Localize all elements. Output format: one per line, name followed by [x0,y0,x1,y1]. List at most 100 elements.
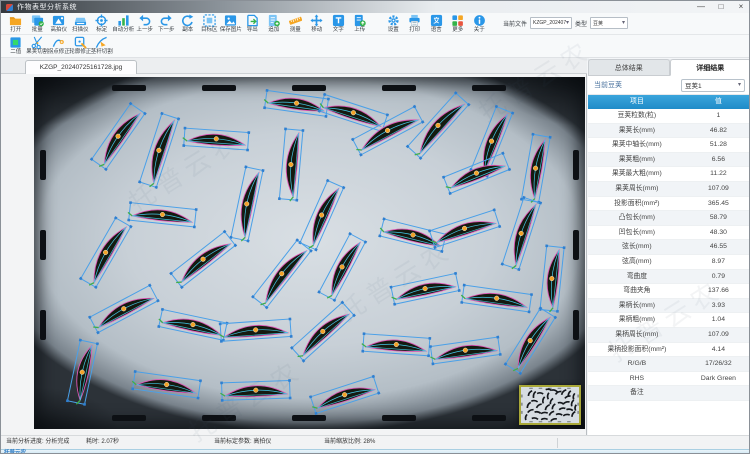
status-divider [557,438,558,448]
toolbar-button-target[interactable]: 标定 [91,14,113,34]
toolbar-button-saveimg[interactable]: 保存图片 [220,14,242,34]
table-row[interactable]: 弦高(mm)8.97 [588,255,750,270]
maximize-button[interactable]: □ [711,1,731,13]
toolbar-button-label: 更多 [452,27,463,34]
result-table-body: 豆荚粒数(粒)1果荚长(mm)46.82果荚中轴长(mm)51.28果荚粗(mm… [588,109,750,401]
toolbar-button-text[interactable]: 文字 [328,14,350,34]
stemcut-icon [95,36,108,49]
current-pod-value: 豆荚1 [685,80,738,90]
row-value: 107.09 [686,182,750,196]
tab-detailed-results[interactable]: 详细结果 [670,59,750,76]
current-file-label: 当前文件 [503,19,527,28]
row-label: 弯曲夹角 [588,284,686,298]
table-row[interactable]: 弯曲夹角137.66 [588,284,750,299]
table-row[interactable]: 果柄周长(mm)107.09 [588,328,750,343]
toolbar-button-scanner[interactable]: 扫描仪 [70,14,92,34]
toolbar-button-redo[interactable]: 下一步 [156,14,178,34]
toolbar-button-print[interactable]: 打印 [404,14,426,34]
toolbar-button-measure[interactable]: 测量 [285,14,307,34]
current-file-group: 当前文件 KZGP_202407 ▾ 类型 豆荚 ▾ [500,17,628,29]
table-row[interactable]: 弦长(mm)46.55 [588,240,750,255]
row-label: 豆荚粒数(粒) [588,109,686,123]
table-row[interactable]: 果荚粗(mm)6.56 [588,153,750,168]
sample-photo[interactable] [34,77,585,429]
table-row[interactable]: 果荚长(mm)46.82 [588,124,750,139]
minimize-button[interactable]: — [691,1,711,13]
image-viewer[interactable] [1,74,587,435]
status-zoom: 当前缩放比例: 28% [324,436,375,449]
row-value: 1 [686,109,750,123]
table-row[interactable]: 果柄粗(mm)1.04 [588,313,750,328]
toolbar-button-label: 保存图片 [220,27,242,34]
copy-icon [181,14,194,27]
toolbar-button-contour[interactable]: 轮廓修正 [70,36,92,56]
table-row[interactable]: 弯曲度0.79 [588,270,750,285]
toolbar-button-batch[interactable]: 批量 [27,14,49,34]
pod-annotation [539,244,566,313]
table-row[interactable]: 果荚周长(mm)107.09 [588,182,750,197]
row-label: 果柄周长(mm) [588,328,686,342]
table-row[interactable]: 凸包长(mm)58.79 [588,211,750,226]
pod-annotation [290,301,356,363]
navigator-thumbnail[interactable] [519,385,581,425]
row-value: 58.79 [686,211,750,225]
pod-annotation [501,196,543,271]
row-label: 凹包长(mm) [588,226,686,240]
tab-overall-results[interactable]: 总体结果 [588,59,670,76]
row-value: 3.93 [686,299,750,313]
table-row[interactable]: 豆荚粒数(粒)1 [588,109,750,124]
toolbar-button-camera[interactable]: 高拍仪 [48,14,70,34]
settings-icon [387,14,400,27]
measure-icon [289,14,302,27]
table-row[interactable]: 果荚中轴长(mm)51.28 [588,138,750,153]
row-value: 365.45 [686,197,750,211]
pod-annotation [263,89,330,118]
table-row[interactable]: 果柄投影面积(mm²)4.14 [588,343,750,358]
text-icon [332,14,345,27]
inflection-icon [52,36,65,49]
toolbar-button-label: 追加 [268,27,279,34]
row-value: 8.97 [686,255,750,269]
current-pod-select[interactable]: 豆荚1 ▾ [681,79,745,92]
document-tab[interactable]: KZGP_20240725161728.jpg [25,60,137,74]
toolbar-button-stemcut[interactable]: 茎秆切割 [91,36,113,56]
status-calibration: 当前标定参数: 高拍仪 [214,436,271,449]
toolbar-button-cut[interactable]: 果荚切割 [27,36,49,56]
toolbar-button-label: 茎秆切割 [91,49,113,56]
toolbar-button-language[interactable]: 语言 [426,14,448,34]
toolbar-button-export[interactable]: 导出 [242,14,264,34]
toolbar-button-upload[interactable]: 上传 [349,14,371,34]
toolbar-button-inflection[interactable]: 拐点修正 [48,36,70,56]
toolbar-button-move[interactable]: 移动 [306,14,328,34]
toolbar-button-label: 打开 [10,27,21,34]
current-file-select[interactable]: KZGP_202407 ▾ [530,17,572,29]
toolbar-button-label: 拐点修正 [48,49,70,56]
pod-annotation [127,201,198,228]
toolbar-button-folder[interactable]: 打开 [5,14,27,34]
type-select[interactable]: 豆荚 ▾ [590,17,628,29]
toolbar-button-copy[interactable]: 副本 [177,14,199,34]
table-row[interactable]: 备注 [588,386,750,401]
toolbar-button-region[interactable]: 目标区 [199,14,221,34]
toolbar-button-label: 轮廓修正 [69,49,91,56]
region-icon [203,14,216,27]
chart-icon [117,14,130,27]
toolbar-button-label: 打印 [409,27,420,34]
toolbar-button-about[interactable]: 关于 [469,14,491,34]
table-row[interactable]: 投影面积(mm²)365.45 [588,197,750,212]
row-value: 6.56 [686,153,750,167]
table-row[interactable]: RHSDark Green [588,372,750,387]
toolbar-button-more[interactable]: 更多 [447,14,469,34]
close-button[interactable]: × [731,1,750,13]
table-row[interactable]: R/G/B17/26/32 [588,357,750,372]
table-row[interactable]: 果柄长(mm)3.93 [588,299,750,314]
about-icon [473,14,486,27]
toolbar-button-chart[interactable]: 自动分析 [113,14,135,34]
toolbar-button-label: 语言 [431,27,442,34]
toolbar-button-append[interactable]: 追加 [263,14,285,34]
table-row[interactable]: 果荚最大粗(mm)11.22 [588,167,750,182]
table-row[interactable]: 凹包长(mm)48.30 [588,226,750,241]
toolbar-button-settings[interactable]: 设置 [383,14,405,34]
toolbar-button-binary[interactable]: 二值 [5,36,27,56]
toolbar-button-undo[interactable]: 上一步 [134,14,156,34]
